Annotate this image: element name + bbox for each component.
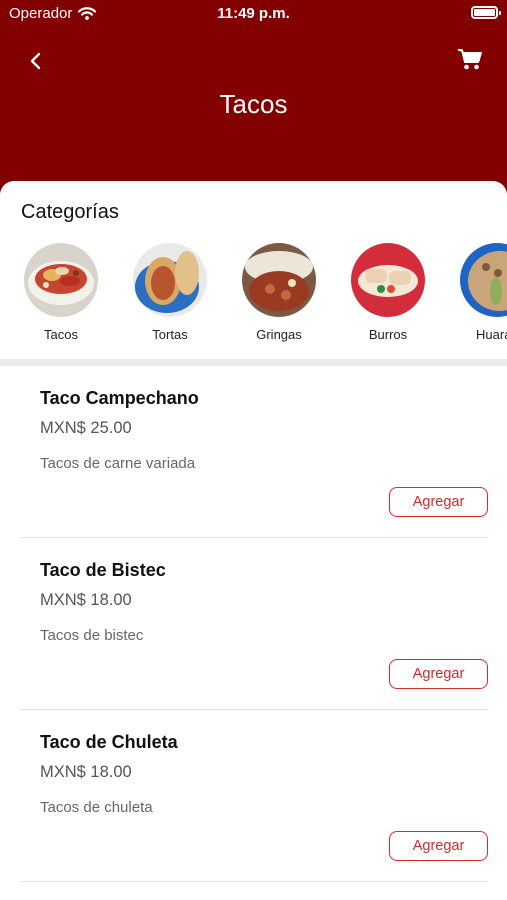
category-image-tacos — [24, 243, 98, 317]
product-name: Taco de Bistec — [40, 560, 166, 580]
product-price: MXN$ 25.00 — [40, 419, 132, 437]
product-name: Taco de Chuleta — [40, 732, 178, 752]
product-card: Taco de Chuleta MXN$ 18.00 Tacos de chul… — [20, 710, 488, 882]
add-to-cart-button[interactable]: Agregar — [389, 831, 488, 861]
add-to-cart-button[interactable]: Agregar — [389, 659, 488, 689]
category-image-tortas — [133, 243, 207, 317]
product-name: Taco Campechano — [40, 388, 199, 408]
category-image-burros — [351, 243, 425, 317]
status-bar: Operador 11:49 p.m. — [0, 0, 507, 28]
product-price: MXN$ 18.00 — [40, 591, 132, 609]
product-card: Taco Campechano MXN$ 25.00 Tacos de carn… — [20, 366, 488, 538]
cart-icon — [458, 49, 482, 70]
product-description: Tacos de chuleta — [40, 799, 153, 816]
product-description: Tacos de bistec — [40, 627, 144, 644]
cart-button[interactable] — [455, 44, 485, 74]
status-time: 11:49 p.m. — [217, 5, 290, 22]
chevron-left-icon — [30, 52, 41, 70]
category-gringas[interactable]: Gringas — [225, 243, 333, 353]
category-label: Gringas — [256, 327, 302, 342]
category-carousel[interactable]: Tacos Tortas Gringas Burros Huar — [0, 243, 507, 353]
battery-icon — [471, 6, 501, 19]
page-title: Tacos — [219, 89, 288, 119]
category-tortas[interactable]: Tortas — [116, 243, 224, 353]
category-label: Tortas — [152, 327, 188, 342]
product-description: Tacos de carne variada — [40, 455, 196, 472]
category-burros[interactable]: Burros — [334, 243, 442, 353]
section-divider — [0, 359, 507, 366]
add-to-cart-button[interactable]: Agregar — [389, 487, 488, 517]
product-card: Taco de Bistec MXN$ 18.00 Tacos de biste… — [20, 538, 488, 710]
category-label: Burros — [368, 327, 408, 342]
category-image-huaraches — [460, 243, 507, 317]
category-huaraches[interactable]: Huarac — [443, 243, 507, 353]
app-header: Operador 11:49 p.m. Tacos — [0, 0, 507, 200]
category-tacos[interactable]: Tacos — [7, 243, 115, 353]
content-sheet: Categorías Tacos Tortas Gringas Burros H… — [0, 181, 507, 900]
category-label: Huarac — [476, 327, 507, 342]
back-button[interactable] — [22, 48, 48, 74]
category-label: Tacos — [44, 327, 78, 342]
product-price: MXN$ 18.00 — [40, 763, 132, 781]
categories-heading: Categorías — [21, 201, 119, 223]
category-image-gringas — [242, 243, 316, 317]
